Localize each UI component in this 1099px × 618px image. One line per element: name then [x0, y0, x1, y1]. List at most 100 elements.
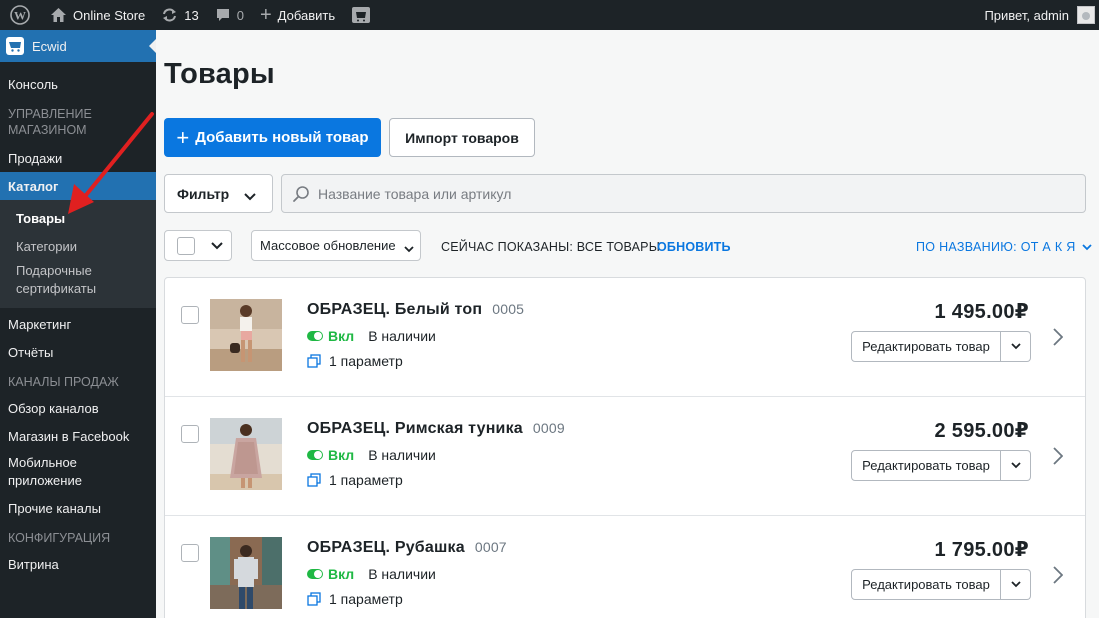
- sidebar-item-gift-cards[interactable]: Подарочные сертификаты: [0, 260, 156, 300]
- product-options[interactable]: 1 параметр: [307, 472, 403, 488]
- product-name-text: ОБРАЗЕЦ. Римская туника: [307, 420, 523, 437]
- sidebar-item-storefront[interactable]: Витрина: [0, 550, 156, 578]
- showing-filter-text: СЕЙЧАС ПОКАЗАНЫ: ВСЕ ТОВАРЫ: [441, 240, 660, 254]
- sidebar-item-catalog[interactable]: Каталог: [0, 172, 156, 200]
- product-name[interactable]: ОБРАЗЕЦ. Рубашка 0007: [307, 539, 507, 557]
- add-product-label: Добавить новый товар: [195, 129, 369, 146]
- product-options[interactable]: 1 параметр: [307, 591, 403, 607]
- edit-product-button[interactable]: Редактировать товар: [851, 569, 1001, 600]
- add-product-button[interactable]: + Добавить новый товар: [164, 118, 381, 157]
- edit-product-group: Редактировать товар: [851, 331, 1031, 362]
- product-sku: 0005: [492, 301, 525, 317]
- chevron-down-icon: [1010, 343, 1021, 350]
- sidebar-item-label: Продажи: [8, 150, 63, 166]
- chevron-down-icon: [244, 188, 256, 204]
- sidebar-item-other-channels[interactable]: Прочие каналы: [0, 494, 156, 522]
- bulk-update-label: Массовое обновление: [260, 238, 396, 253]
- search-icon: [292, 185, 310, 203]
- sidebar-item-dashboard[interactable]: Консоль: [0, 70, 156, 98]
- product-thumbnail[interactable]: [210, 299, 282, 371]
- enabled-toggle-icon[interactable]: [307, 331, 323, 341]
- product-row[interactable]: ОБРАЗЕЦ. Римская туника 0009 Вкл В наличи…: [165, 397, 1085, 516]
- sidebar-item-label: Витрина: [8, 556, 59, 572]
- updates-link[interactable]: 13: [153, 0, 206, 30]
- enabled-toggle-icon[interactable]: [307, 450, 323, 460]
- product-status: Вкл В наличии: [307, 566, 436, 582]
- sidebar-section-store: УПРАВЛЕНИЕ МАГАЗИНОМ: [8, 107, 92, 137]
- filter-label: Фильтр: [177, 185, 230, 202]
- select-all-checkbox[interactable]: [177, 236, 195, 255]
- bulk-update-select[interactable]: Массовое обновление: [251, 230, 421, 261]
- product-thumbnail[interactable]: [210, 418, 282, 490]
- sidebar-item-mobile-app[interactable]: Мобильное приложение: [0, 450, 156, 494]
- updates-count: 13: [184, 7, 199, 23]
- chevron-down-icon: [1010, 581, 1021, 588]
- site-name-link[interactable]: Online Store: [42, 0, 153, 30]
- page-title: Товары: [164, 58, 275, 90]
- search-input[interactable]: [318, 185, 1018, 202]
- sidebar-submenu-catalog: Товары Категории Подарочные сертификаты: [0, 200, 156, 308]
- sort-dropdown[interactable]: ПО НАЗВАНИЮ: ОТ А К Я: [916, 240, 1092, 254]
- sidebar-item-label: Каталог: [8, 178, 59, 194]
- refresh-link[interactable]: ОБНОВИТЬ: [657, 240, 731, 254]
- sidebar-item-label: Товары: [16, 210, 66, 226]
- chevron-right-icon[interactable]: [1053, 447, 1064, 470]
- sidebar-item-label: Прочие каналы: [8, 500, 101, 516]
- sidebar-item-marketing[interactable]: Маркетинг: [0, 310, 156, 338]
- site-name: Online Store: [73, 7, 146, 23]
- chevron-down-icon: [1010, 462, 1021, 469]
- sidebar-item-label: Обзор каналов: [8, 400, 99, 416]
- edit-product-group: Редактировать товар: [851, 569, 1031, 600]
- sidebar-item-channels-overview[interactable]: Обзор каналов: [0, 394, 156, 422]
- search-box[interactable]: [281, 174, 1086, 213]
- chevron-right-icon[interactable]: [1053, 328, 1064, 351]
- product-name[interactable]: ОБРАЗЕЦ. Римская туника 0009: [307, 420, 565, 438]
- product-price: 1 795.00₽: [934, 539, 1029, 561]
- product-row[interactable]: ОБРАЗЕЦ. Белый топ 0005 Вкл В наличии 1 п…: [165, 278, 1085, 397]
- sidebar-item-products[interactable]: Товары: [0, 204, 156, 232]
- edit-product-button[interactable]: Редактировать товар: [851, 450, 1001, 481]
- product-list: ОБРАЗЕЦ. Белый топ 0005 Вкл В наличии 1 п…: [164, 277, 1086, 618]
- sidebar-item-facebook-shop[interactable]: Магазин в Facebook: [0, 422, 156, 450]
- enabled-toggle-icon[interactable]: [307, 569, 323, 579]
- sidebar-section-channels: КАНАЛЫ ПРОДАЖ: [8, 375, 119, 389]
- chevron-down-icon: [404, 241, 414, 256]
- product-price: 1 495.00₽: [934, 301, 1029, 323]
- product-options[interactable]: 1 параметр: [307, 353, 403, 369]
- edit-more-dropdown[interactable]: [1001, 331, 1031, 362]
- filter-button[interactable]: Фильтр: [164, 174, 273, 213]
- sidebar-item-ecwid[interactable]: Ecwid: [0, 30, 156, 62]
- product-name[interactable]: ОБРАЗЕЦ. Белый топ 0005: [307, 301, 524, 319]
- edit-product-button[interactable]: Редактировать товар: [851, 331, 1001, 362]
- import-products-label: Импорт товаров: [405, 129, 519, 146]
- chevron-right-icon[interactable]: [1053, 566, 1064, 589]
- ecwid-cart-icon: [6, 37, 24, 55]
- sidebar-section-config: КОНФИГУРАЦИЯ: [8, 531, 111, 545]
- product-status: Вкл В наличии: [307, 328, 436, 344]
- add-new-link[interactable]: + Добавить: [252, 0, 343, 30]
- sidebar-item-label: Маркетинг: [8, 316, 72, 332]
- sidebar-item-sales[interactable]: Продажи: [0, 144, 156, 172]
- product-checkbox[interactable]: [181, 425, 199, 443]
- product-row[interactable]: ОБРАЗЕЦ. Рубашка 0007 Вкл В наличии 1 пар…: [165, 516, 1085, 618]
- product-checkbox[interactable]: [181, 544, 199, 562]
- import-products-button[interactable]: Импорт товаров: [389, 118, 535, 157]
- stock-label: В наличии: [368, 566, 436, 582]
- sidebar-item-categories[interactable]: Категории: [0, 232, 156, 260]
- home-icon: [50, 7, 67, 23]
- plus-icon: +: [176, 124, 190, 150]
- product-checkbox[interactable]: [181, 306, 199, 324]
- sidebar-item-reports[interactable]: Отчёты: [0, 338, 156, 366]
- comments-link[interactable]: 0: [207, 0, 252, 30]
- sort-label: ПО НАЗВАНИЮ: ОТ А К Я: [916, 240, 1076, 254]
- ecwid-cart-link[interactable]: [343, 0, 379, 30]
- sidebar-item-label: Подарочные сертификаты: [16, 263, 97, 296]
- product-thumbnail[interactable]: [210, 537, 282, 609]
- edit-more-dropdown[interactable]: [1001, 569, 1031, 600]
- refresh-icon: [161, 7, 178, 23]
- wordpress-logo-button[interactable]: W: [0, 0, 42, 30]
- select-all-dropdown[interactable]: [164, 230, 232, 261]
- edit-more-dropdown[interactable]: [1001, 450, 1031, 481]
- options-label: 1 параметр: [329, 353, 403, 369]
- account-menu[interactable]: Привет, admin: [984, 6, 1099, 24]
